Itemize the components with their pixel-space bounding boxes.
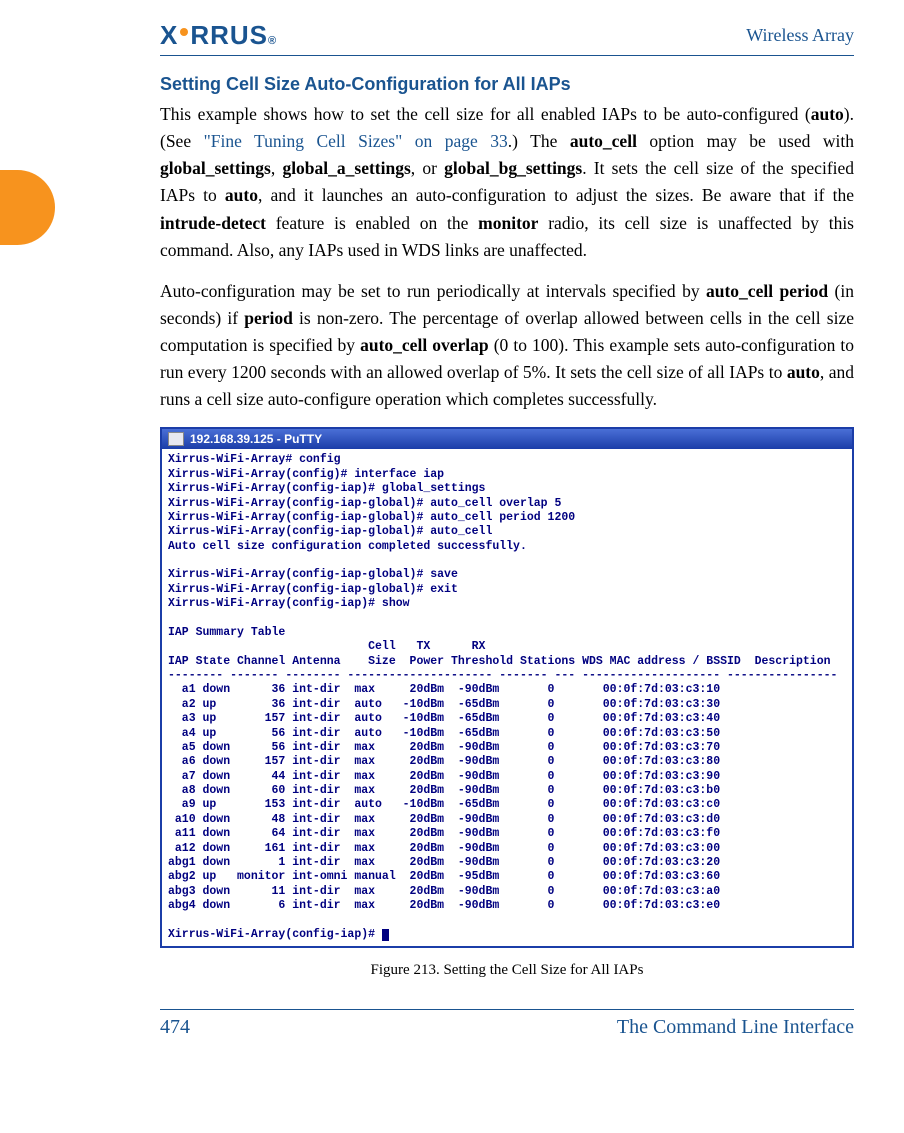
paragraph-2: Auto-configuration may be set to run per… (160, 278, 854, 414)
side-tab (0, 170, 55, 245)
figure-caption: Figure 213. Setting the Cell Size for Al… (160, 962, 854, 979)
brand-logo: XRRUS® (160, 20, 277, 51)
doc-title: Wireless Array (746, 25, 854, 46)
terminal-title: 192.168.39.125 - PuTTY (190, 432, 322, 446)
bold: auto_cell (570, 131, 637, 151)
terminal-titlebar: 192.168.39.125 - PuTTY (162, 429, 852, 449)
text: option may be used with (637, 131, 854, 151)
logo-dot-icon (180, 28, 188, 36)
text: , or (411, 158, 444, 178)
text: This example shows how to set the cell s… (160, 104, 811, 124)
page-number: 474 (160, 1016, 190, 1039)
text: , (271, 158, 283, 178)
text: .) The (508, 131, 570, 151)
bold: auto_cell overlap (360, 335, 489, 355)
text: feature is enabled on the (266, 213, 478, 233)
terminal-screenshot: 192.168.39.125 - PuTTY Xirrus-WiFi-Array… (160, 427, 854, 948)
bold: period (244, 308, 293, 328)
bold: monitor (478, 213, 538, 233)
section-title: Setting Cell Size Auto-Configuration for… (160, 74, 854, 95)
paragraph-1: This example shows how to set the cell s… (160, 101, 854, 264)
page-header: XRRUS® Wireless Array (160, 20, 854, 56)
terminal-body: Xirrus-WiFi-Array# config Xirrus-WiFi-Ar… (162, 449, 852, 946)
text: Auto-configuration may be set to run per… (160, 281, 706, 301)
bold: global_a_settings (282, 158, 410, 178)
bold: intrude-detect (160, 213, 266, 233)
bold: auto (225, 185, 258, 205)
cross-ref-link[interactable]: "Fine Tuning Cell Sizes" on page 33 (204, 131, 508, 151)
footer-section-title: The Command Line Interface (617, 1016, 854, 1039)
bold: auto (811, 104, 844, 124)
bold: global_settings (160, 158, 271, 178)
bold: global_bg_settings (444, 158, 582, 178)
putty-icon (168, 432, 184, 446)
bold: auto_cell period (706, 281, 828, 301)
terminal-cursor (382, 929, 389, 941)
page-footer: 474 The Command Line Interface (160, 1009, 854, 1039)
bold: auto (787, 362, 820, 382)
text: , and it launches an auto-configuration … (258, 185, 854, 205)
